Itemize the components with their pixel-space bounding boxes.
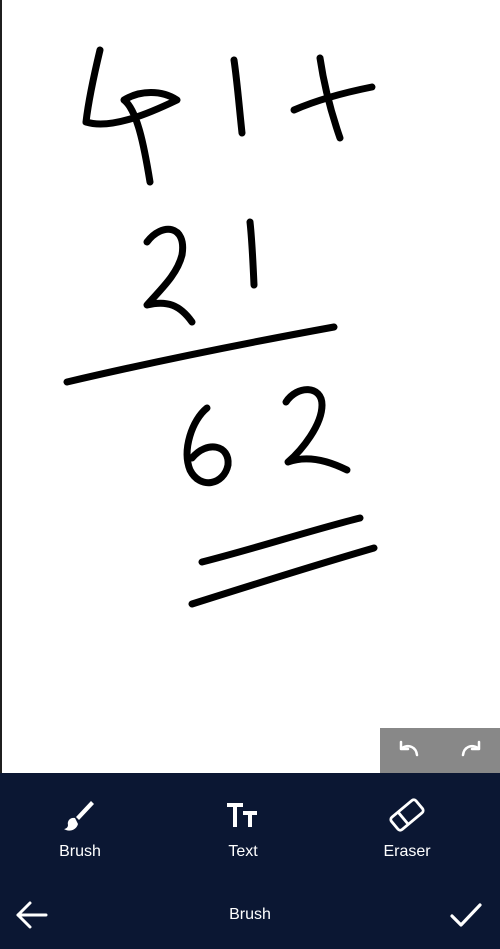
stroke-digit-1-top	[230, 56, 246, 137]
active-tool-title: Brush	[229, 906, 271, 923]
arrow-left-icon	[14, 900, 50, 935]
stroke-digit-6	[183, 404, 232, 487]
confirm-button[interactable]	[442, 893, 490, 941]
redo-icon	[457, 739, 483, 764]
eraser-tool-button[interactable]: Eraser	[357, 793, 457, 863]
stroke-digit-2-result	[282, 386, 351, 474]
history-controls	[380, 728, 500, 774]
brush-tool-button[interactable]: Brush	[30, 793, 130, 863]
eraser-tool-label: Eraser	[383, 843, 431, 860]
stroke-sum-line	[63, 323, 338, 386]
drawing-canvas[interactable]	[0, 0, 500, 773]
brush-icon	[58, 793, 102, 837]
back-button[interactable]	[8, 893, 56, 941]
stroke-digit-1-bottom	[246, 218, 258, 289]
drawing-editor: Brush Text Eraser Brush	[0, 0, 500, 949]
undo-icon	[397, 739, 423, 764]
handwriting-strokes	[63, 46, 378, 608]
brush-tool-label: Brush	[59, 843, 101, 860]
text-tool-label: Text	[228, 843, 258, 860]
text-tool-button[interactable]: Text	[193, 793, 293, 863]
checkmark-icon	[448, 900, 484, 935]
text-icon	[221, 793, 265, 837]
stroke-underline-top	[198, 514, 364, 566]
undo-button[interactable]	[380, 728, 440, 774]
stroke-digit-4	[82, 46, 181, 186]
tool-panel: Brush Text Eraser Brush	[0, 773, 500, 949]
bottom-action-bar: Brush	[0, 883, 500, 949]
tools-row: Brush Text Eraser	[0, 773, 500, 868]
stroke-digit-2	[143, 225, 196, 326]
eraser-icon	[385, 793, 429, 837]
redo-button[interactable]	[440, 728, 500, 774]
